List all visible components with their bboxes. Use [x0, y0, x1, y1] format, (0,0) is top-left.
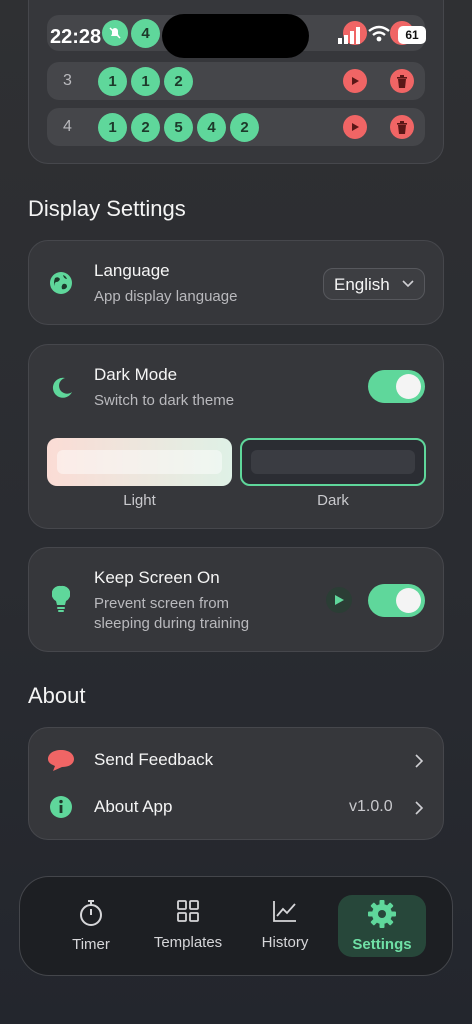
globe-icon	[49, 271, 73, 300]
play-icon	[352, 77, 359, 85]
about-app-row[interactable]: About App v1.0.0	[29, 787, 443, 829]
round-number: 4	[63, 118, 72, 135]
play-icon	[334, 595, 344, 605]
theme-option-light[interactable]	[47, 438, 232, 486]
table-row: 4 1 2 5 4 2	[47, 108, 425, 146]
tab-history[interactable]: History	[246, 895, 324, 957]
bell-muted-icon	[102, 20, 128, 46]
delete-round-button[interactable]	[390, 69, 414, 93]
theme-label-dark: Dark	[317, 492, 349, 509]
send-feedback-label: Send Feedback	[94, 750, 214, 769]
feedback-row[interactable]: Send Feedback	[29, 740, 443, 782]
version-label: v1.0.0	[349, 798, 393, 815]
stopwatch-icon	[80, 900, 102, 926]
trash-icon	[397, 120, 407, 134]
chevron-down-icon	[402, 280, 414, 288]
tab-label: Settings	[352, 936, 412, 953]
tab-timer[interactable]: Timer	[52, 895, 130, 957]
round-number: 3	[63, 72, 72, 89]
chat-bubble-icon	[47, 748, 75, 777]
status-bar: 22:28 61	[0, 0, 472, 70]
about-heading: About	[28, 683, 86, 708]
dark-mode-card: Dark Mode Switch to dark theme Light Dar…	[28, 344, 444, 529]
display-settings-heading: Display Settings	[28, 196, 186, 221]
round-value: 2	[131, 113, 160, 142]
keep-screen-subtitle-line2: sleeping during training	[94, 615, 250, 632]
language-title: Language	[94, 261, 170, 280]
signal-icon	[338, 26, 364, 49]
round-value: 2	[164, 67, 193, 96]
battery-icon: 61	[398, 26, 426, 44]
status-time: 22:28	[50, 26, 102, 48]
about-app-label: About App	[94, 797, 173, 816]
round-value: 1	[98, 113, 127, 142]
theme-label-light: Light	[123, 492, 156, 509]
grid-icon	[177, 900, 199, 922]
language-select[interactable]: English	[323, 268, 425, 300]
keep-screen-title: Keep Screen On	[94, 568, 220, 587]
round-value: 1	[131, 67, 160, 96]
chevron-right-icon	[415, 801, 424, 815]
delete-round-button[interactable]	[390, 115, 414, 139]
chart-icon	[273, 901, 296, 922]
tab-settings[interactable]: Settings	[338, 895, 426, 957]
chevron-right-icon	[415, 754, 424, 768]
round-value: 4	[197, 113, 226, 142]
dark-mode-subtitle: Switch to dark theme	[94, 392, 235, 409]
dynamic-island	[162, 14, 309, 58]
table-row: 3 1 1 2	[47, 62, 425, 100]
keep-screen-card: Keep Screen On Prevent screen from sleep…	[28, 547, 444, 652]
wifi-icon	[368, 25, 390, 48]
round-value: 5	[164, 113, 193, 142]
keep-screen-toggle[interactable]	[368, 584, 425, 617]
language-value: English	[334, 275, 390, 294]
tab-bar: Timer Templates History Settings	[19, 876, 453, 976]
round-value: 1	[98, 67, 127, 96]
moon-icon	[49, 375, 75, 406]
play-icon	[352, 123, 359, 131]
play-round-button[interactable]	[343, 115, 367, 139]
info-icon	[49, 795, 73, 824]
toggle-knob	[396, 588, 421, 613]
play-round-button[interactable]	[343, 69, 367, 93]
preview-play-button[interactable]	[326, 587, 352, 613]
tab-label: Templates	[153, 934, 223, 951]
keep-screen-subtitle-line1: Prevent screen from	[94, 595, 230, 612]
language-subtitle: App display language	[94, 288, 238, 305]
gear-icon	[368, 900, 396, 928]
tab-label: History	[261, 934, 309, 951]
tab-label: Timer	[72, 936, 110, 953]
theme-option-dark[interactable]	[240, 438, 426, 486]
dark-mode-title: Dark Mode	[94, 365, 178, 384]
lightbulb-icon	[51, 585, 71, 618]
about-card: Send Feedback About App v1.0.0	[28, 727, 444, 840]
round-value: 2	[230, 113, 259, 142]
tab-templates[interactable]: Templates	[144, 895, 232, 957]
language-card[interactable]: Language App display language English	[28, 240, 444, 325]
toggle-knob	[396, 374, 421, 399]
trash-icon	[397, 74, 407, 88]
dark-mode-toggle[interactable]	[368, 370, 425, 403]
